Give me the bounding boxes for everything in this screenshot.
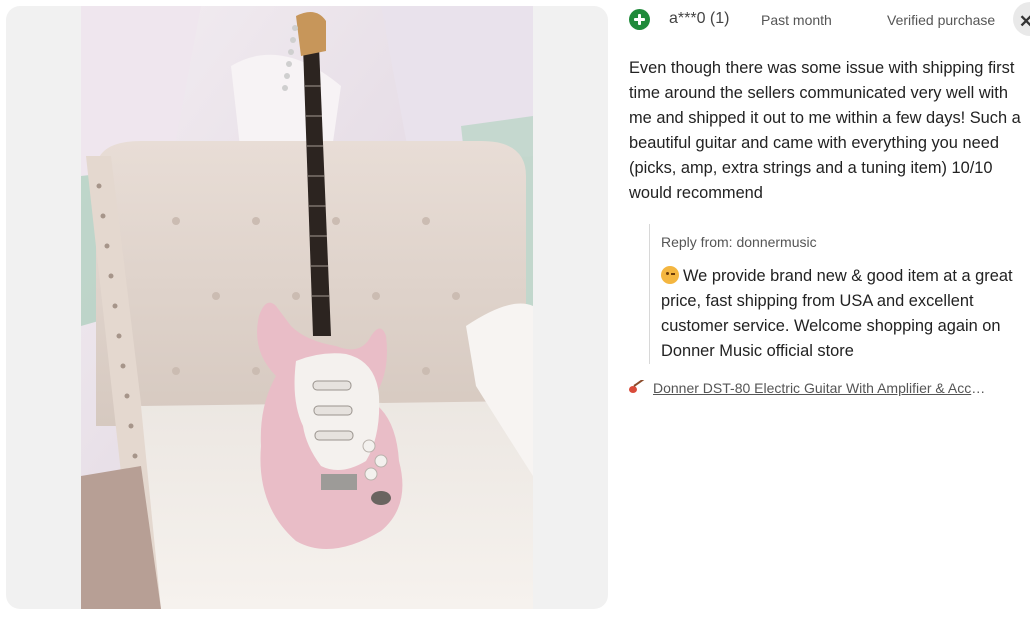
product-link-text[interactable]: Donner DST-80 Electric Guitar With Ampli… bbox=[653, 380, 989, 396]
verified-badge: Verified purchase bbox=[887, 12, 996, 28]
review-viewer: a***0 (1) Past month Verified purchase ✕… bbox=[0, 0, 1030, 619]
review-meta: a***0 (1) Past month Verified purchase ✕ bbox=[629, 2, 1030, 36]
review-text: Even though there was some issue with sh… bbox=[629, 59, 1021, 202]
seller-reply: Reply from: donnermusic We provide brand… bbox=[649, 224, 1030, 364]
close-button[interactable]: ✕ bbox=[1013, 2, 1030, 36]
reply-body: We provide brand new & good item at a gr… bbox=[661, 264, 1030, 364]
winking-face-icon bbox=[661, 266, 679, 284]
reviewer-name: a***0 (1) bbox=[669, 10, 730, 27]
review-panel: a***0 (1) Past month Verified purchase ✕… bbox=[629, 0, 1030, 619]
review-photo[interactable] bbox=[81, 6, 533, 609]
reply-label: Reply from: donnermusic bbox=[661, 234, 817, 250]
guitar-icon bbox=[629, 380, 647, 394]
photo-panel bbox=[6, 6, 608, 609]
plus-circle-icon[interactable] bbox=[629, 9, 650, 30]
close-icon: ✕ bbox=[1019, 12, 1030, 31]
product-link[interactable]: Donner DST-80 Electric Guitar With Ampli… bbox=[629, 380, 989, 396]
review-date: Past month bbox=[761, 12, 832, 28]
reply-text: We provide brand new & good item at a gr… bbox=[661, 267, 1013, 360]
